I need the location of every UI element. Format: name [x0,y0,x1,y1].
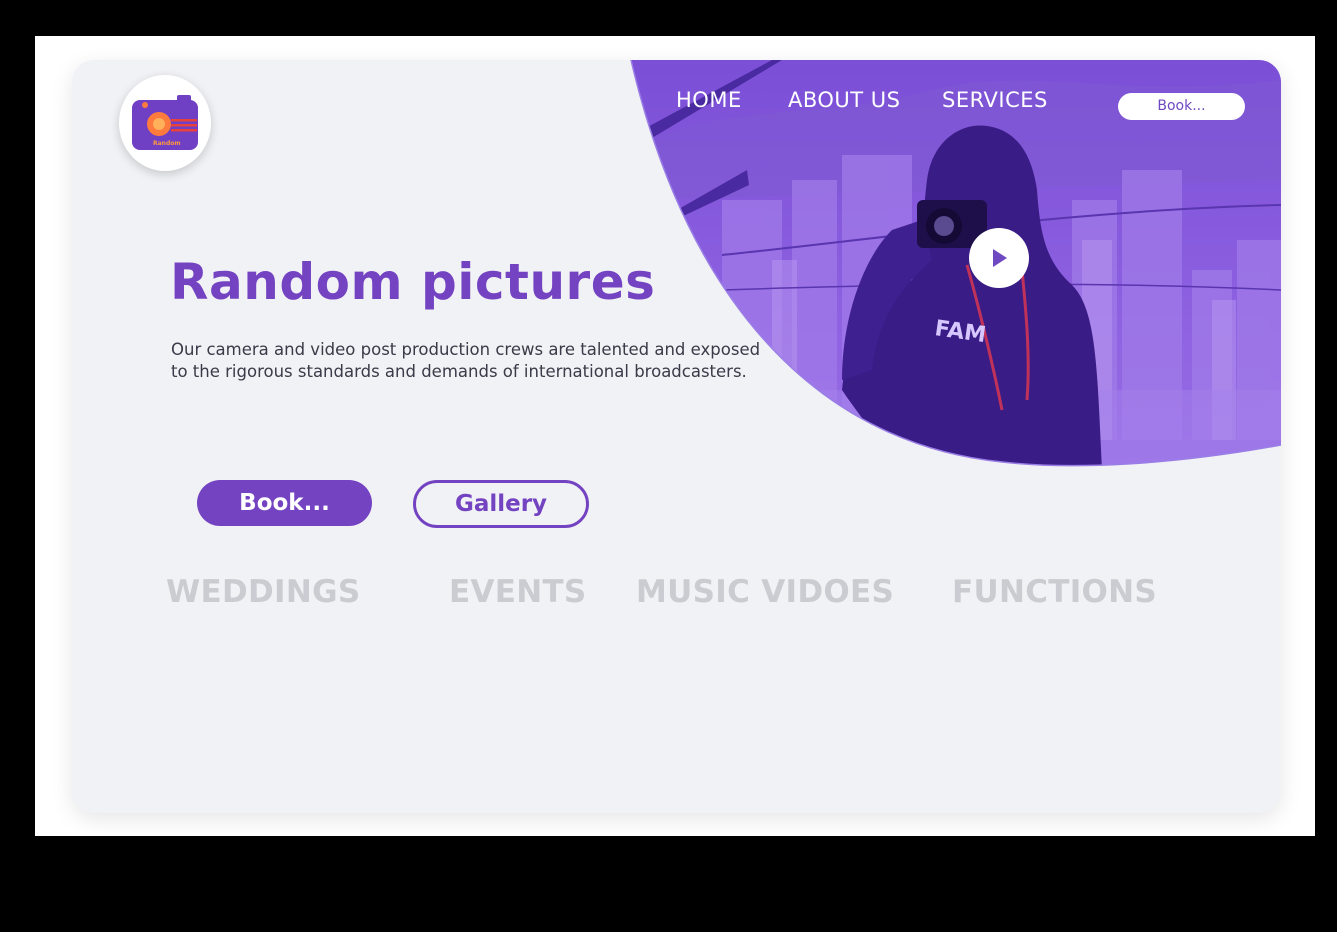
camera-logo-icon: Random [132,95,198,150]
nav-home[interactable]: HOME [676,88,742,112]
category-music-videos[interactable]: MUSIC VIDOES [636,574,894,610]
category-functions[interactable]: FUNCTIONS [952,574,1157,610]
logo-text: Random [153,140,181,147]
category-weddings[interactable]: WEDDINGS [166,574,361,610]
nav-book-button[interactable]: Book... [1118,93,1245,120]
play-button[interactable] [969,228,1029,288]
hero-image: FAM [630,60,1281,467]
logo[interactable]: Random [119,75,211,171]
nav-about-us[interactable]: ABOUT US [788,88,901,112]
page-title: Random pictures [170,253,656,311]
play-icon [993,249,1007,267]
category-events[interactable]: EVENTS [449,574,587,610]
hero-description: Our camera and video post production cre… [171,340,761,381]
browser-frame: FAM Random HOME ABOUT US SERVICES Book..… [35,36,1315,836]
gallery-button[interactable]: Gallery [413,480,589,528]
nav-services[interactable]: SERVICES [942,88,1048,112]
book-button[interactable]: Book... [197,480,372,526]
landing-page-card: FAM Random HOME ABOUT US SERVICES Book..… [72,60,1281,813]
